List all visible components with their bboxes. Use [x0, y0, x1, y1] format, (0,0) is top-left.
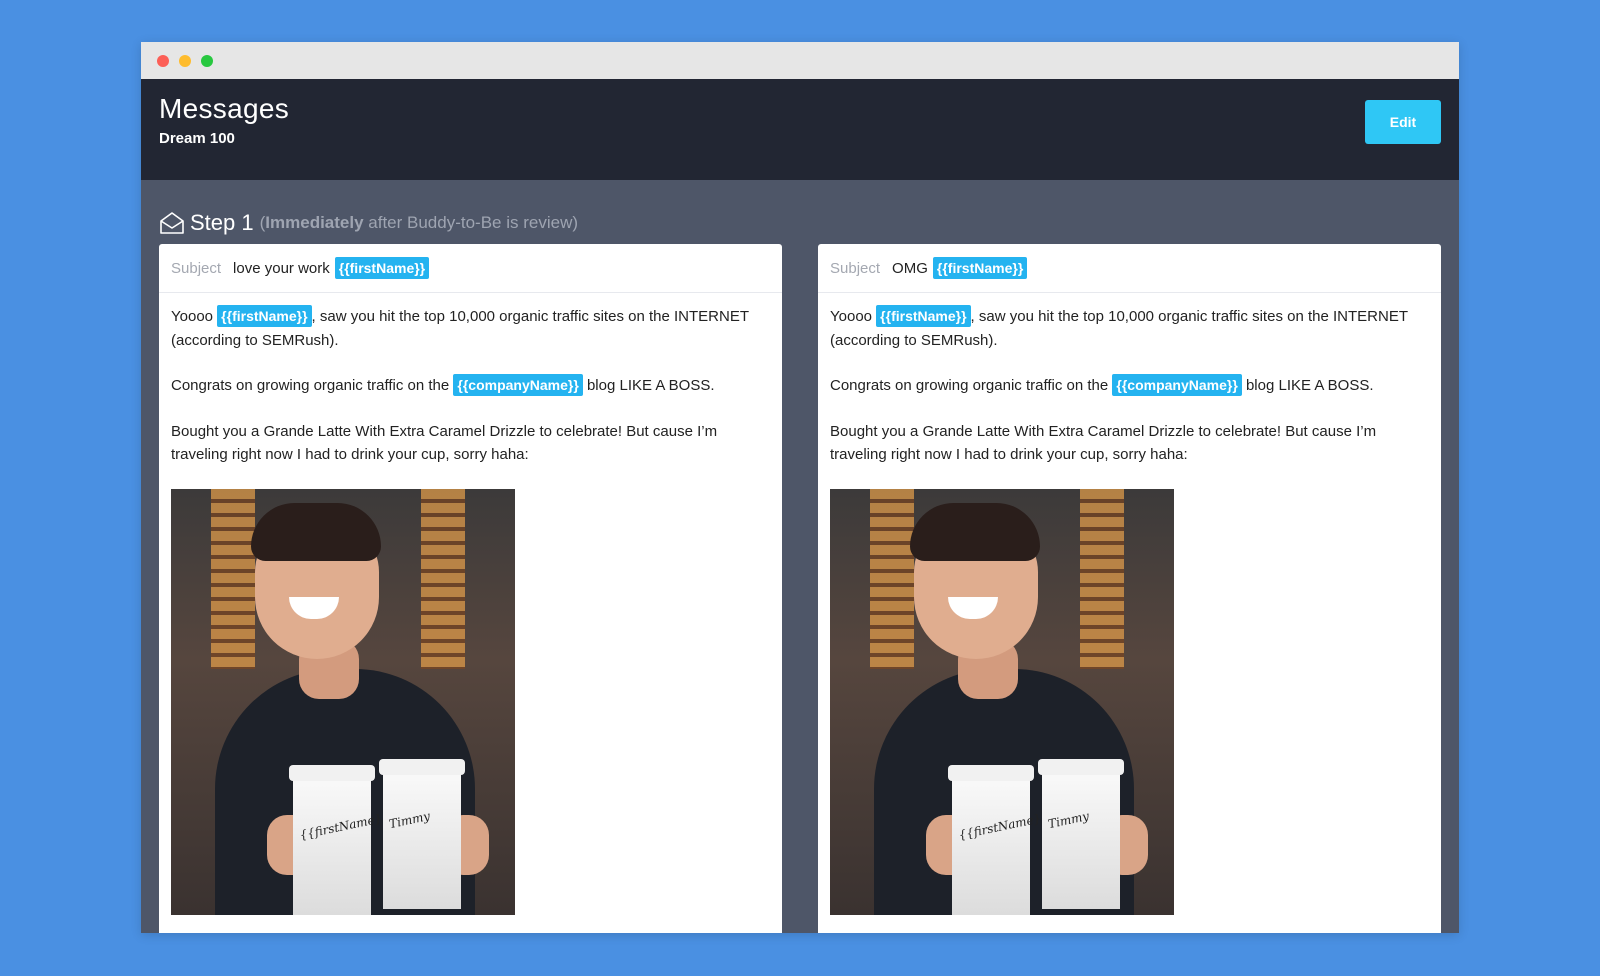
coffee-cup: {{firstName}}	[289, 764, 391, 915]
p2-end: blog LIKE A BOSS.	[582, 377, 715, 394]
body-paragraph-1: Yoooo {{firstName}}, saw you hit the top…	[171, 305, 770, 352]
p1-start: Yoooo	[830, 308, 877, 325]
photo-background	[1080, 488, 1124, 669]
page-header: Messages Dream 100 Edit	[141, 79, 1459, 180]
p1-start: Yoooo	[171, 308, 218, 325]
p2-start: Congrats on growing organic traffic on t…	[830, 377, 1113, 394]
step-label: Step 1	[190, 210, 254, 235]
coffee-cup: {{firstName}}	[948, 764, 1050, 915]
first-name-tag: {{firstName}}	[932, 257, 1028, 279]
window-titlebar	[141, 42, 1459, 79]
cup-text: Timmy	[387, 808, 432, 831]
envelope-open-icon	[160, 212, 184, 234]
body-paragraph-3: Bought you a Grande Latte With Extra Car…	[171, 422, 718, 464]
step-after-text: after Buddy-to-Be is review)	[363, 213, 579, 232]
coffee-cup: Timmy	[1038, 758, 1124, 909]
coffee-photo: {{firstName}} Timmy	[830, 488, 1174, 915]
first-name-tag: {{firstName}}	[217, 305, 312, 327]
page-title: Messages	[159, 93, 290, 124]
body-paragraph-2: Congrats on growing organic traffic on t…	[171, 374, 770, 398]
company-name-tag: {{companyName}}	[453, 374, 583, 396]
message-body[interactable]: Yoooo {{firstName}}, saw you hit the top…	[159, 293, 782, 915]
photo-background	[211, 488, 255, 669]
campaign-name: Dream 100	[159, 130, 235, 147]
photo-background	[421, 488, 465, 669]
step-timing: (Immediately after Buddy-to-Be is review…	[260, 213, 578, 233]
first-name-tag: {{firstName}}	[334, 257, 430, 279]
body-paragraph-3: Bought you a Grande Latte With Extra Car…	[830, 422, 1377, 464]
body-paragraph-1: Yoooo {{firstName}}, saw you hit the top…	[830, 305, 1429, 352]
p2-end: blog LIKE A BOSS.	[1241, 377, 1374, 394]
step-heading: Step 1 (Immediately after Buddy-to-Be is…	[159, 208, 578, 238]
photo-background	[870, 488, 914, 669]
maximize-window-button[interactable]	[201, 55, 213, 67]
message-body[interactable]: Yoooo {{firstName}}, saw you hit the top…	[818, 293, 1441, 915]
first-name-tag: {{firstName}}	[876, 305, 971, 327]
close-window-button[interactable]	[157, 55, 169, 67]
coffee-cup: Timmy	[379, 758, 465, 909]
minimize-window-button[interactable]	[179, 55, 191, 67]
cup-lid	[289, 764, 375, 781]
body-paragraph-2: Congrats on growing organic traffic on t…	[830, 374, 1429, 398]
subject-label: Subject	[830, 259, 881, 277]
cup-lid	[1038, 758, 1124, 775]
edit-button[interactable]: Edit	[1365, 100, 1441, 144]
cup-text: Timmy	[1046, 808, 1091, 831]
subject-row[interactable]: Subject love your work {{firstName}}	[159, 244, 782, 293]
subject-label: Subject	[171, 259, 222, 277]
photo-person	[910, 502, 1040, 561]
subject-text: love your work	[233, 259, 330, 277]
coffee-photo: {{firstName}} Timmy	[171, 488, 515, 915]
company-name-tag: {{companyName}}	[1112, 374, 1242, 396]
cup-lid	[379, 758, 465, 775]
cup-lid	[948, 764, 1034, 781]
step-timing-value: Immediately	[265, 213, 364, 232]
app-window: Messages Dream 100 Edit Step 1 (Immediat…	[141, 42, 1459, 933]
message-card-a[interactable]: Subject love your work {{firstName}} Yoo…	[159, 244, 782, 933]
photo-person	[251, 502, 381, 561]
message-card-b[interactable]: Subject OMG {{firstName}} Yoooo {{firstN…	[818, 244, 1441, 933]
p2-start: Congrats on growing organic traffic on t…	[171, 377, 454, 394]
subject-row[interactable]: Subject OMG {{firstName}}	[818, 244, 1441, 293]
subject-text: OMG	[892, 259, 928, 277]
